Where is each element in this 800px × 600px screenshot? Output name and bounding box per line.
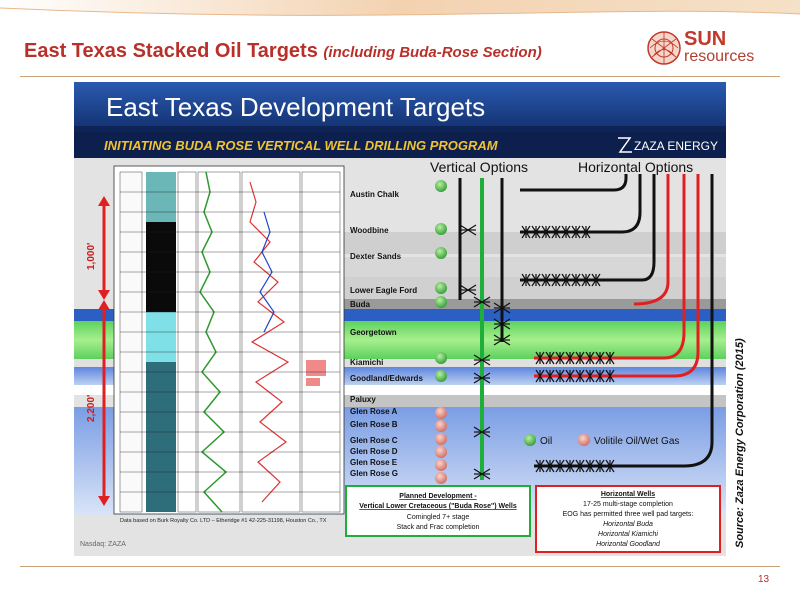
legend-oil-label: Oil [540, 436, 552, 447]
oil-dot [435, 370, 447, 382]
thickness-lower-label: 2,200' [86, 395, 97, 422]
thickness-upper-label: 1,000' [86, 243, 97, 270]
formation-goodland-edwards: Goodland/Edwards [350, 374, 423, 383]
horizontal-wells-box: Horizontal Wells 17-25 multi-stage compl… [535, 485, 721, 553]
title-main: East Texas Stacked Oil Targets [24, 40, 318, 62]
formation-glen-rose-b: Glen Rose B [350, 420, 398, 429]
formation-glen-rose-c: Glen Rose C [350, 436, 398, 445]
formation-glen-rose-e: Glen Rose E [350, 458, 398, 467]
title-subtitle: (including Buda-Rose Section) [323, 44, 542, 61]
planned-line-1: Comingled 7+ stage [407, 514, 470, 521]
horizontal-options-header: Horizontal Options [578, 159, 693, 175]
source-citation: Source: Zaza Energy Corporation (2015) [734, 338, 746, 548]
formation-glen-rose-g: Glen Rose G [350, 469, 398, 478]
planned-development-box: Planned Development - Vertical Lower Cre… [345, 485, 531, 537]
horizontal-box-line-3: Horizontal Buda [603, 521, 653, 528]
planned-title-2: Vertical Lower Cretaceous ("Buda Rose") … [359, 503, 517, 510]
figure-canvas: East Texas Development Targets INITIATIN… [74, 82, 726, 556]
legend-volatile-icon [578, 434, 590, 446]
planned-line-2: Stack and Frac completion [397, 524, 480, 531]
legend-oil-icon [524, 434, 536, 446]
volatile-dot [435, 433, 447, 445]
horizontal-box-title: Horizontal Wells [601, 491, 655, 498]
formation-woodbine: Woodbine [350, 226, 389, 235]
horizontal-box-line-2: EOG has permitted three well pad targets… [563, 511, 694, 518]
nasdaq-ticker: Nasdaq: ZAZA [80, 541, 126, 548]
footer-divider [20, 566, 780, 567]
formation-dexter-sands: Dexter Sands [350, 252, 402, 261]
zaza-logo-text: ZAZA ENERGY [634, 139, 718, 153]
volatile-dot [435, 472, 447, 484]
formation-glen-rose-d: Glen Rose D [350, 447, 398, 456]
oil-dot [435, 247, 447, 259]
volatile-dot [435, 420, 447, 432]
banner-title: East Texas Development Targets [106, 92, 485, 122]
oil-dot [435, 352, 447, 364]
formation-glen-rose-a: Glen Rose A [350, 407, 397, 416]
volatile-dot [435, 407, 447, 419]
formation-austin-chalk: Austin Chalk [350, 190, 399, 199]
development-targets-figure: East Texas Development Targets INITIATIN… [74, 82, 726, 556]
oil-dot [435, 180, 447, 192]
vertical-options-header: Vertical Options [430, 159, 528, 175]
log-data-caption: Data based on Burk Royalty Co. LTD – Eth… [120, 518, 327, 524]
title-divider [20, 76, 780, 77]
page-number: 13 [758, 574, 770, 585]
formation-buda: Buda [350, 300, 371, 309]
oil-dot [435, 223, 447, 235]
planned-title: Planned Development - [399, 493, 477, 500]
volatile-dot [435, 459, 447, 471]
horizontal-box-line-1: 17-25 multi-stage completion [583, 501, 673, 508]
slide-title: East Texas Stacked Oil Targets (includin… [24, 40, 542, 63]
slide: East Texas Stacked Oil Targets (includin… [0, 0, 800, 600]
formation-lower-eagle-ford: Lower Eagle Ford [350, 286, 417, 295]
formation-paluxy: Paluxy [350, 395, 376, 404]
fluid-legend: Oil Volitile Oil/Wet Gas [524, 434, 679, 447]
horizontal-box-line-4: Horizontal Kiamichi [598, 531, 658, 538]
subbanner-text: INITIATING BUDA ROSE VERTICAL WELL DRILL… [104, 138, 499, 153]
formation-georgetown: Georgetown [350, 328, 397, 337]
legend-volatile-label: Volitile Oil/Wet Gas [594, 436, 679, 447]
well-log-panel [113, 165, 345, 515]
horizontal-box-line-5: Horizontal Goodland [596, 541, 661, 548]
volatile-dot [435, 446, 447, 458]
oil-dot [435, 296, 447, 308]
logo-resources-text: resources [684, 48, 755, 65]
formation-kiamichi: Kiamichi [350, 358, 383, 367]
oil-dot [435, 282, 447, 294]
